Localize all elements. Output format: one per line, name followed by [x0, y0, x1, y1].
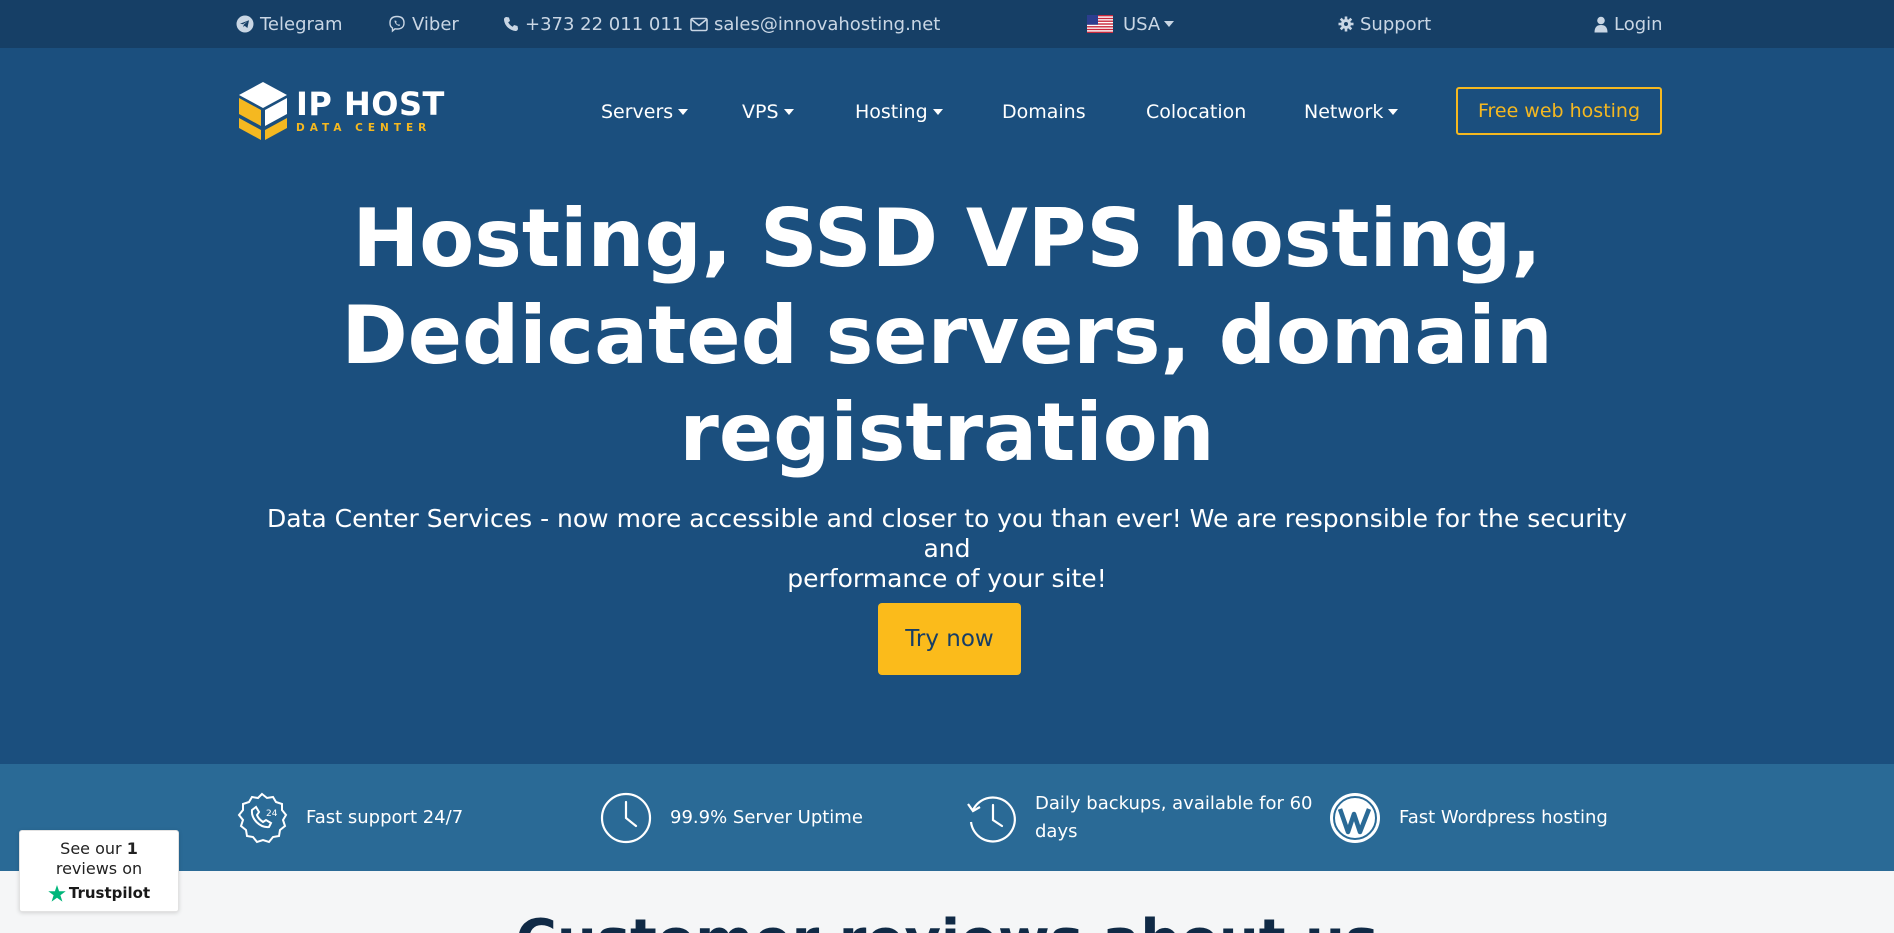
clock-icon	[600, 792, 652, 843]
logo-title: IP HOST	[296, 85, 445, 123]
trustpilot-widget[interactable]: See our 1 reviews on Trustpilot	[19, 830, 179, 912]
feature-wordpress-label: Fast Wordpress hosting	[1399, 806, 1608, 828]
hero-subtitle-line-1: Data Center Services - now more accessib…	[266, 504, 1628, 563]
country-selector[interactable]: USA	[1087, 0, 1175, 48]
feature-uptime-label: 99.9% Server Uptime	[670, 806, 863, 828]
telegram-label: Telegram	[260, 13, 343, 35]
phone-link[interactable]: +373 22 011 011	[503, 0, 683, 48]
try-now-button[interactable]: Try now	[878, 603, 1021, 675]
login-link[interactable]: Login	[1594, 0, 1663, 48]
phone-number: +373 22 011 011	[525, 13, 684, 35]
reviews-section-title: Customer reviews about us	[0, 906, 1894, 933]
chevron-down-icon	[783, 109, 794, 115]
chevron-down-icon	[1164, 21, 1175, 27]
logo-cube-icon	[239, 82, 287, 140]
svg-text:24: 24	[266, 809, 278, 819]
support-label: Support	[1360, 13, 1432, 35]
nav-hosting[interactable]: Hosting	[855, 100, 943, 124]
phone-icon	[504, 17, 518, 31]
nav-servers[interactable]: Servers	[601, 100, 689, 124]
login-label: Login	[1614, 13, 1663, 35]
nav-hosting-label: Hosting	[855, 101, 928, 123]
nav-domains-label: Domains	[1002, 101, 1086, 123]
history-icon	[967, 795, 1016, 843]
feature-backups: Daily backups, available for 60 days	[965, 764, 1313, 871]
hero-title-line-3: registration	[679, 386, 1215, 479]
feature-support-label: Fast support 24/7	[306, 806, 464, 828]
feature-support: 24 Fast support 24/7	[236, 764, 463, 871]
feature-backups-line-2: days	[1035, 820, 1078, 842]
trustpilot-star-icon	[48, 884, 66, 902]
email-link[interactable]: sales@innovahosting.net	[690, 0, 940, 48]
nav-domains[interactable]: Domains	[1002, 100, 1086, 124]
trustpilot-brand: Trustpilot	[68, 884, 151, 902]
country-label: USA	[1123, 13, 1161, 35]
nav-vps-label: VPS	[742, 101, 779, 123]
nav-network-label: Network	[1304, 101, 1384, 123]
email-address: sales@innovahosting.net	[714, 13, 941, 35]
nav-network[interactable]: Network	[1304, 100, 1399, 124]
support-24-icon: 24	[237, 792, 288, 843]
trustpilot-review-count: 1	[126, 839, 138, 858]
feature-uptime: 99.9% Server Uptime	[600, 764, 863, 871]
nav-colocation-label: Colocation	[1146, 101, 1247, 123]
viber-icon	[389, 15, 405, 33]
telegram-link[interactable]: Telegram	[236, 0, 342, 48]
hero-title-line-2: Dedicated servers, domain	[341, 289, 1553, 382]
free-web-hosting-button[interactable]: Free web hosting	[1456, 87, 1662, 135]
viber-link[interactable]: Viber	[388, 0, 459, 48]
user-icon	[1594, 16, 1608, 32]
top-bar: Telegram Viber +373 22 011 011 sales@inn…	[0, 0, 1894, 48]
support-link[interactable]: Support	[1338, 0, 1431, 48]
hero-subtitle: Data Center Services - now more accessib…	[247, 504, 1647, 594]
feature-wordpress: Fast Wordpress hosting	[1329, 764, 1608, 871]
feature-backups-label: Daily backups, available for 60 days	[1035, 790, 1313, 846]
us-flag-icon	[1087, 15, 1113, 33]
telegram-icon	[236, 15, 254, 33]
gear-icon	[1338, 16, 1354, 32]
nav-vps[interactable]: VPS	[742, 100, 794, 124]
trustpilot-see-our: See our	[60, 839, 122, 858]
nav-servers-label: Servers	[601, 101, 674, 123]
chevron-down-icon	[678, 109, 689, 115]
hero-subtitle-line-2: performance of your site!	[787, 564, 1107, 593]
chevron-down-icon	[932, 109, 943, 115]
logo-subtitle: DATA CENTER	[296, 122, 432, 134]
feature-backups-line-1: Daily backups, available for 60	[1035, 792, 1313, 814]
viber-label: Viber	[412, 13, 459, 35]
hero-title-line-1: Hosting, SSD VPS hosting,	[352, 192, 1542, 285]
wordpress-icon	[1330, 792, 1380, 843]
trustpilot-text: See our 1 reviews on	[20, 839, 178, 879]
nav-colocation[interactable]: Colocation	[1146, 100, 1246, 124]
trustpilot-reviews-on: reviews on	[55, 859, 143, 878]
trustpilot-logo: Trustpilot	[20, 883, 178, 903]
chevron-down-icon	[1388, 109, 1399, 115]
site-logo[interactable]: IP HOST DATA CENTER	[236, 80, 456, 142]
features-strip: 24 Fast support 24/7 99.9% Server Uptime…	[0, 764, 1894, 871]
hero-title: Hosting, SSD VPS hosting, Dedicated serv…	[320, 190, 1574, 481]
envelope-icon	[690, 17, 708, 31]
